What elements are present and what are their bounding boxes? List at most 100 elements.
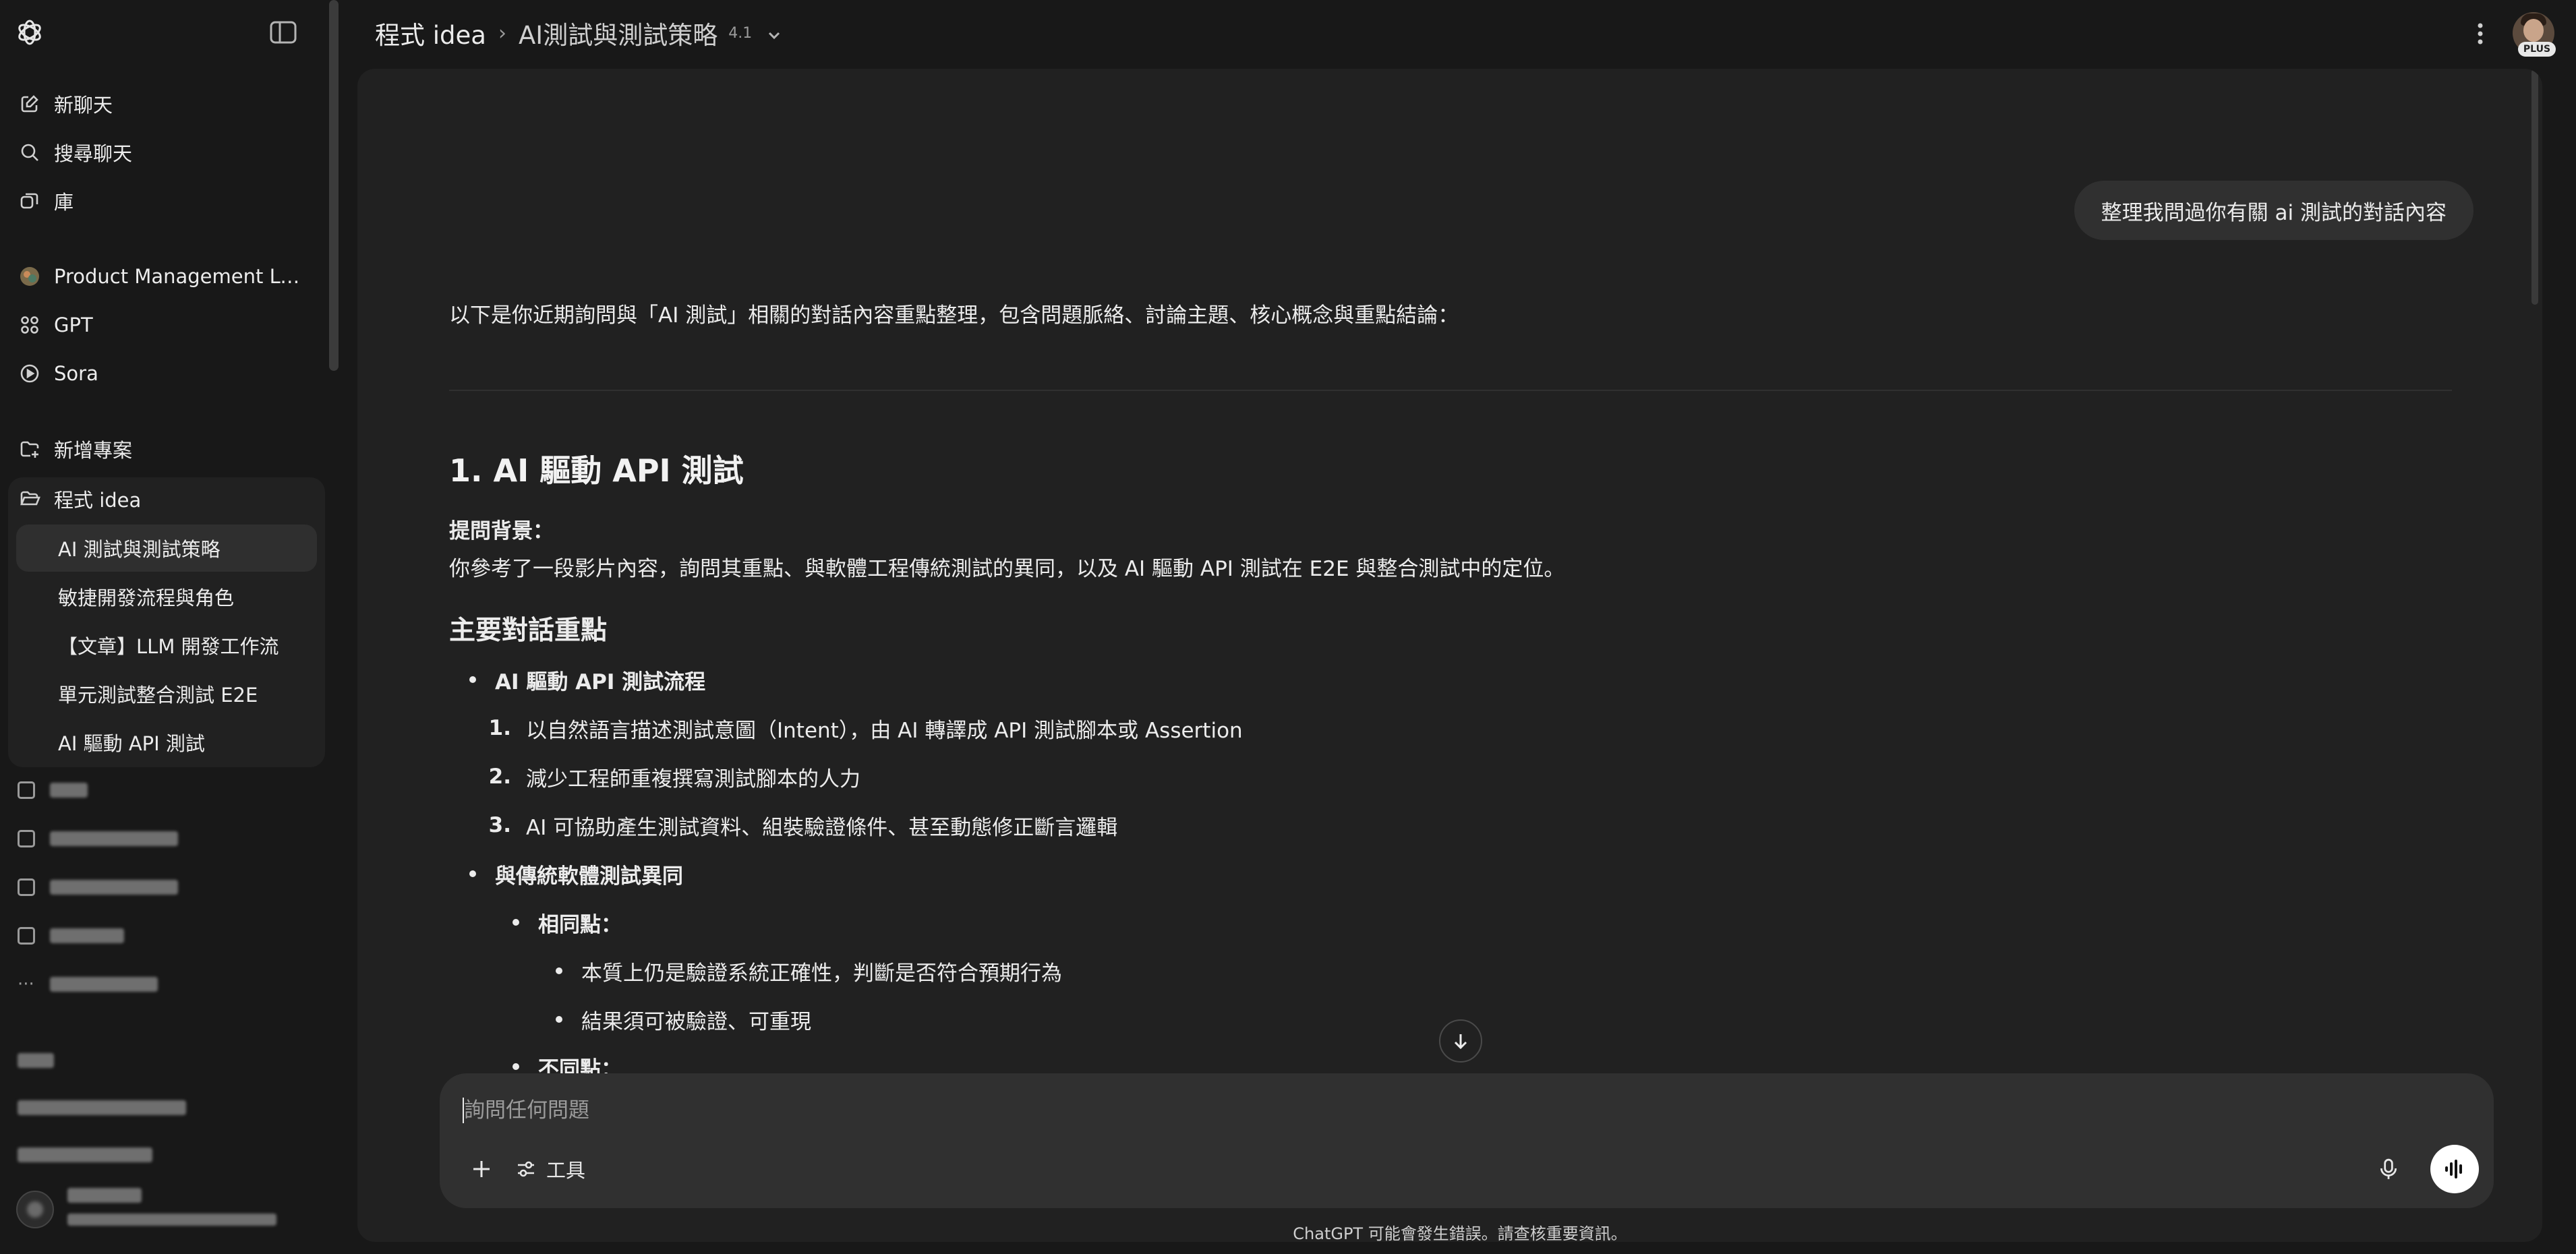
- grid-icon: [18, 313, 42, 337]
- project-name: 程式 idea: [54, 489, 142, 512]
- divider: [449, 390, 2452, 391]
- breadcrumb-project[interactable]: 程式 idea: [375, 15, 486, 51]
- prompt-input[interactable]: [463, 1094, 2418, 1127]
- library-label: 庫: [54, 191, 74, 214]
- sidebar-scrollbar[interactable]: [329, 0, 339, 371]
- plus-icon[interactable]: [463, 1150, 500, 1188]
- chat-title[interactable]: AI測試與測試策略: [519, 15, 718, 51]
- sub-sub-bullet-item: 本質上仍是驗證系統正確性，判斷是否符合預期行為: [556, 957, 1062, 986]
- project-folder-item[interactable]: 程式 idea: [8, 477, 325, 520]
- sidebar-chat-item[interactable]: 敏捷開發流程與角色: [16, 573, 317, 620]
- bullet-dot: [513, 1063, 519, 1070]
- library-button[interactable]: 庫: [8, 179, 325, 222]
- library-icon: [18, 189, 42, 213]
- edit-icon: [18, 92, 42, 116]
- footer-disclaimer: ChatGPT 可能會發生錯誤。請查核重要資訊。: [1293, 1224, 1627, 1243]
- sidebar-chat-item[interactable]: 單元測試整合測試 E2E: [16, 670, 317, 717]
- sidebar-project-blurred[interactable]: [18, 876, 178, 899]
- scroll-to-bottom-button[interactable]: [1439, 1019, 1482, 1063]
- numbered-item: 3. AI 可協助產生測試資料、組裝驗證條件、甚至動態修正斷言邏輯: [484, 812, 1118, 840]
- arrow-down-icon: [1454, 1034, 1467, 1050]
- numbered-item: 1. 以自然語言描述測試意圖（Intent），由 AI 轉譯成 API 測試腳本…: [484, 715, 1243, 743]
- history-item-blurred[interactable]: [18, 1100, 186, 1115]
- step-text: 減少工程師重複撰寫測試腳本的人力: [526, 767, 860, 792]
- history-item-blurred[interactable]: [18, 1147, 152, 1162]
- kebab-icon[interactable]: [2472, 19, 2488, 49]
- similarity-text: 結果須可被驗證、可重現: [581, 1009, 811, 1034]
- avatar: [16, 1191, 54, 1228]
- user-name-blurred: [67, 1188, 142, 1203]
- bullet-dot: [469, 870, 476, 877]
- model-version: 4.1: [728, 24, 753, 42]
- bullet-text: AI 驅動 API 測試流程: [495, 669, 706, 694]
- sidebar-chat-item[interactable]: 【文章】LLM 開發工作流: [16, 622, 317, 669]
- section-title: 1. AI 驅動 API 測試: [449, 452, 744, 489]
- folder-open-icon: [18, 487, 42, 511]
- chevron-down-icon[interactable]: [764, 23, 784, 43]
- user-message: 整理我問過你有關 ai 測試的對話內容: [2074, 181, 2473, 240]
- new-project-button[interactable]: 新增專案: [8, 427, 325, 471]
- sidebar-chat-active[interactable]: AI 測試與測試策略: [16, 525, 317, 572]
- sidebar-item-product-management[interactable]: Product Management Lo...: [8, 255, 325, 298]
- search-chats-label: 搜尋聊天: [54, 142, 133, 165]
- sidebar-more-blurred[interactable]: ···: [18, 973, 158, 996]
- step-number: 3.: [488, 813, 511, 837]
- bullet-text: 與傳統軟體測試異同: [495, 864, 683, 889]
- user-plan-blurred: [67, 1214, 276, 1226]
- assistant-intro: 以下是你近期詢問與「AI 測試」相關的對話內容重點整理，包含問題脈絡、討論主題、…: [449, 303, 1459, 328]
- chat-panel: 整理我問過你有關 ai 測試的對話內容 以下是你近期詢問與「AI 測試」相關的對…: [357, 69, 2542, 1242]
- step-number: 2.: [488, 765, 511, 789]
- gpt-avatar-icon: [18, 264, 42, 289]
- numbered-item: 2. 減少工程師重複撰寫測試腳本的人力: [484, 763, 860, 792]
- sidebar-project-blurred[interactable]: [18, 779, 88, 802]
- bullet-item: 與傳統軟體測試異同: [469, 860, 683, 889]
- sliders-icon: [518, 1161, 534, 1177]
- sub-sub-bullet-item: 結果須可被驗證、可重現: [556, 1006, 811, 1034]
- sidebar-header: [0, 0, 344, 67]
- bullet-item: AI 驅動 API 測試流程: [469, 666, 706, 694]
- sidebar-toggle-icon[interactable]: [268, 19, 298, 46]
- sidebar-project-blurred[interactable]: [18, 827, 178, 850]
- user-profile[interactable]: [13, 1180, 324, 1236]
- new-chat-button[interactable]: 新聊天: [8, 82, 325, 125]
- chat-scrollbar[interactable]: [2531, 69, 2538, 305]
- sub-bullet-item: 相同點：: [513, 909, 622, 937]
- sidebar-project-blurred[interactable]: [18, 924, 124, 947]
- step-text: 以自然語言描述測試意圖（Intent），由 AI 轉譯成 API 測試腳本或 A…: [526, 718, 1243, 743]
- chevron-right-icon: ›: [498, 21, 506, 45]
- sora-label: Sora: [54, 362, 98, 385]
- new-project-label: 新增專案: [54, 439, 133, 462]
- plan-badge: PLUS: [2518, 42, 2556, 57]
- openai-logo-icon[interactable]: [13, 16, 46, 49]
- sidebar-chat-item[interactable]: AI 驅動 API 測試: [16, 719, 317, 766]
- step-number: 1.: [488, 716, 511, 740]
- sora-button[interactable]: Sora: [8, 352, 325, 395]
- voice-waveform-icon: [2445, 1160, 2462, 1178]
- tools-button[interactable]: 工具: [515, 1150, 585, 1188]
- folder-plus-icon: [18, 437, 42, 461]
- step-text: AI 可協助產生測試資料、組裝驗證條件、甚至動態修正斷言邏輯: [526, 815, 1118, 840]
- text-caret: [463, 1098, 464, 1123]
- play-circle-icon: [18, 361, 42, 386]
- search-icon: [18, 140, 42, 165]
- bullet-dot: [513, 919, 519, 926]
- gpt-button[interactable]: GPT: [8, 303, 325, 347]
- search-chats-button[interactable]: 搜尋聊天: [8, 131, 325, 174]
- bullet-dot: [556, 1016, 562, 1023]
- gpt-label: GPT: [54, 314, 93, 336]
- key-points-title: 主要對話重點: [449, 616, 608, 646]
- breadcrumb: 程式 idea › AI測試與測試策略 4.1: [375, 16, 784, 50]
- bullet-dot: [556, 967, 562, 974]
- bullet-dot: [469, 676, 476, 683]
- project-group: 程式 idea AI 測試與測試策略 敏捷開發流程與角色 【文章】LLM 開發工…: [8, 477, 325, 767]
- new-chat-label: 新聊天: [54, 94, 113, 117]
- background-label: 提問背景：: [449, 519, 554, 543]
- similarities-label: 相同點：: [538, 912, 622, 937]
- chats-section-label: [18, 1053, 54, 1068]
- similarity-text: 本質上仍是驗證系統正確性，判斷是否符合預期行為: [581, 961, 1062, 986]
- top-bar: 程式 idea › AI測試與測試策略 4.1 PLUS: [357, 0, 2576, 67]
- voice-mode-button[interactable]: [2430, 1145, 2479, 1193]
- product-management-label: Product Management Lo...: [54, 265, 310, 288]
- composer: 工具: [440, 1073, 2494, 1208]
- mic-icon[interactable]: [2371, 1152, 2406, 1187]
